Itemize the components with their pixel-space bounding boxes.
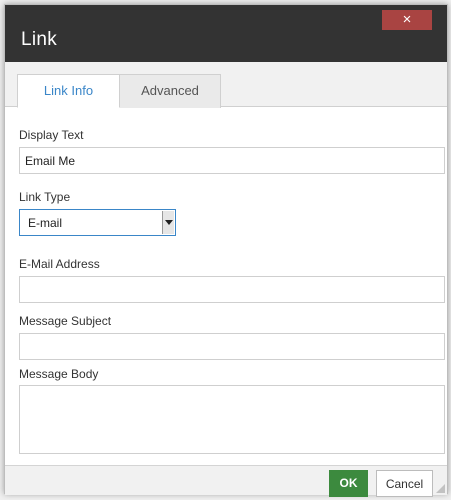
message-body-label: Message Body <box>19 367 99 381</box>
email-address-label: E-Mail Address <box>19 257 100 271</box>
chevron-down-icon[interactable] <box>162 211 174 234</box>
ok-button[interactable]: OK <box>329 470 368 497</box>
link-type-select[interactable]: E-mail <box>19 209 176 236</box>
resize-grip-icon[interactable] <box>436 484 445 493</box>
close-icon: × <box>402 11 412 28</box>
message-subject-label: Message Subject <box>19 314 112 328</box>
link-type-label: Link Type <box>19 190 71 204</box>
page: Link × Link Info Advanced Display Text L… <box>0 0 451 500</box>
dialog-footer: OK Cancel <box>5 465 447 497</box>
display-text-label: Display Text <box>19 128 84 142</box>
email-address-input[interactable] <box>19 276 445 303</box>
message-subject-input[interactable] <box>19 333 445 360</box>
display-text-input[interactable] <box>19 147 445 174</box>
tab-strip: Link Info Advanced <box>5 62 447 108</box>
message-body-textarea[interactable] <box>19 385 445 454</box>
dialog-content: Link Info Advanced Display Text Link Typ… <box>5 62 447 465</box>
link-dialog: Link × Link Info Advanced Display Text L… <box>4 4 448 497</box>
tab-link-info[interactable]: Link Info <box>17 74 120 108</box>
link-type-value: E-mail <box>28 216 63 230</box>
cancel-button[interactable]: Cancel <box>376 470 433 497</box>
tab-advanced[interactable]: Advanced <box>120 74 221 108</box>
close-button[interactable]: × <box>382 10 432 30</box>
dialog-titlebar[interactable]: Link × <box>5 5 447 62</box>
dialog-title: Link <box>21 29 58 50</box>
